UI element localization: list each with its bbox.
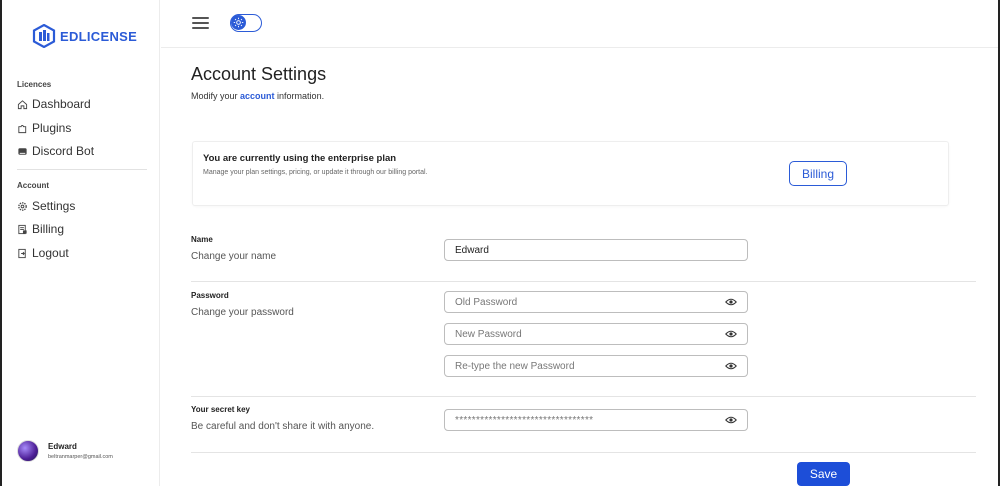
secret-key-value: *********************************: [455, 414, 594, 426]
eye-icon[interactable]: [725, 361, 737, 371]
home-icon: [17, 99, 28, 109]
old-password-input[interactable]: Old Password: [444, 291, 748, 313]
name-label: Name: [191, 235, 213, 244]
name-help: Change your name: [191, 251, 277, 262]
section-divider: [191, 281, 976, 282]
save-button[interactable]: Save: [797, 462, 850, 486]
user-profile[interactable]: Edward beltranmarper@gmail.com: [17, 440, 113, 462]
secret-key-label: Your secret key: [191, 405, 250, 414]
password-help: Change your password: [191, 307, 294, 318]
sidebar-item-label: Plugins: [32, 121, 72, 135]
subtitle-highlight: account: [240, 91, 275, 101]
avatar: [17, 440, 39, 462]
gear-icon: [18, 201, 27, 211]
new-password-placeholder: New Password: [455, 328, 522, 340]
sidebar-divider: [17, 169, 147, 170]
password-label: Password: [191, 291, 229, 300]
sidebar-item-plugins[interactable]: Plugins: [17, 121, 71, 135]
theme-toggle[interactable]: [230, 14, 262, 32]
sidebar-item-label: Dashboard: [32, 97, 91, 111]
retype-password-input[interactable]: Re-type the new Password: [444, 355, 748, 377]
sidebar-item-billing[interactable]: Billing: [17, 222, 64, 236]
section-divider: [191, 396, 976, 397]
subtitle-suffix: information.: [274, 91, 325, 101]
puzzle-icon: [18, 124, 27, 133]
brand-logo[interactable]: EDLICENSE: [32, 24, 137, 48]
plan-card: You are currently using the enterprise p…: [192, 141, 949, 206]
discord-icon: [18, 147, 27, 155]
sidebar-item-label: Settings: [32, 199, 76, 213]
name-input-value: Edward: [455, 244, 489, 256]
sidebar-item-settings[interactable]: Settings: [17, 199, 75, 213]
eye-icon[interactable]: [725, 415, 737, 425]
sidebar-item-dashboard[interactable]: Dashboard: [17, 97, 91, 111]
hamburger-icon[interactable]: [192, 17, 209, 32]
billing-button[interactable]: Billing: [789, 161, 847, 186]
sidebar: EDLICENSE Licences Dashboard Plugins Dis…: [2, 0, 160, 486]
name-input[interactable]: Edward: [444, 239, 748, 261]
sidebar-item-label: Logout: [32, 246, 69, 260]
logo-icon: [32, 24, 56, 48]
old-password-placeholder: Old Password: [455, 296, 518, 308]
user-email: beltranmarper@gmail.com: [48, 454, 113, 460]
sidebar-item-logout[interactable]: Logout: [17, 246, 69, 260]
secret-key-input[interactable]: *********************************: [444, 409, 748, 431]
retype-password-placeholder: Re-type the new Password: [455, 360, 575, 372]
secret-key-help: Be careful and don't share it with anyon…: [191, 421, 375, 432]
page-title: Account Settings: [191, 64, 327, 84]
brand-name: EDLICENSE: [60, 28, 138, 44]
section-label-account: Account: [17, 181, 49, 190]
eye-icon[interactable]: [725, 297, 737, 307]
new-password-input[interactable]: New Password: [444, 323, 748, 345]
sun-icon: [231, 15, 246, 30]
plan-title: You are currently using the enterprise p…: [203, 153, 397, 164]
receipt-icon: [18, 224, 27, 234]
subtitle-prefix: Modify your: [191, 91, 241, 101]
sidebar-item-label: Billing: [32, 222, 65, 236]
sidebar-item-label: Discord Bot: [32, 144, 95, 158]
sidebar-item-discord-bot[interactable]: Discord Bot: [17, 144, 94, 158]
eye-icon[interactable]: [725, 329, 737, 339]
topbar: [161, 0, 998, 48]
section-divider: [191, 452, 976, 453]
plan-description: Manage your plan settings, pricing, or u…: [203, 169, 428, 176]
user-name: Edward: [48, 442, 77, 451]
section-label-licences: Licences: [17, 80, 52, 89]
page-subtitle: Modify your account information.: [191, 91, 324, 101]
logout-icon: [18, 248, 26, 258]
